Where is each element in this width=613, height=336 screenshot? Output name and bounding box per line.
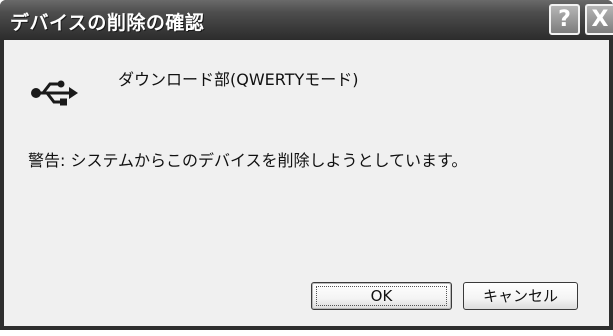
confirm-device-removal-dialog: デバイスの削除の確認 ? X ダウンロード部(QWERTYモード) 警告: シス…: [0, 0, 613, 330]
background-strip: [0, 330, 613, 336]
cancel-button[interactable]: キャンセル: [463, 282, 578, 310]
dialog-title: デバイスの削除の確認: [10, 12, 205, 34]
help-button[interactable]: ?: [549, 4, 580, 35]
usb-icon: [31, 80, 78, 106]
help-icon: ?: [558, 7, 571, 32]
focus-rectangle: [316, 286, 447, 306]
ok-button[interactable]: OK: [311, 282, 452, 310]
close-button[interactable]: X: [585, 4, 613, 35]
title-bar[interactable]: デバイスの削除の確認 ? X: [0, 0, 613, 40]
close-icon: X: [591, 7, 609, 32]
warning-message: 警告: システムからこのデバイスを削除しようとしています。: [28, 151, 468, 170]
device-name: ダウンロード部(QWERTYモード): [118, 70, 359, 89]
cancel-button-label: キャンセル: [482, 287, 558, 305]
dialog-body: ダウンロード部(QWERTYモード) 警告: システムからこのデバイスを削除しよ…: [4, 40, 609, 326]
